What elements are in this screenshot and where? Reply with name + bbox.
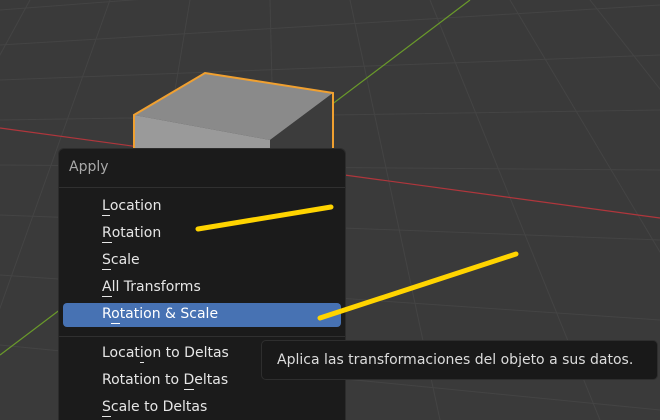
menu-item-rotation[interactable]: Rotation (63, 222, 341, 246)
label-part: ocation (109, 198, 162, 214)
label-part: eltas (194, 372, 229, 388)
mnemonic-char: D (183, 372, 195, 388)
mnemonic-char: R (102, 225, 112, 241)
label-part: R (102, 306, 112, 322)
menu-separator (59, 336, 345, 337)
menu-item-location[interactable]: Location (63, 195, 341, 219)
menu-separator (59, 187, 345, 188)
menu-item-scale-to-deltas[interactable]: Scale to Deltas (63, 396, 341, 420)
menu-title: Apply (69, 159, 109, 175)
mnemonic-char: A (102, 279, 112, 295)
label-part: on to Deltas (143, 345, 229, 361)
label-part: cale to Deltas (110, 399, 208, 415)
menu-item-rotation-and-scale[interactable]: Rotation & Scale (63, 303, 341, 327)
label-part: Rotation to (102, 372, 184, 388)
mnemonic-char: S (102, 252, 111, 268)
label-part: tation & Scale (119, 306, 219, 322)
label-part: Locat (102, 345, 140, 361)
label-part: ll Transforms (111, 279, 201, 295)
mnemonic-char: S (102, 399, 111, 415)
menu-item-scale[interactable]: Scale (63, 249, 341, 273)
label-part: otation (111, 225, 162, 241)
mnemonic-char: i (139, 345, 144, 361)
menu-item-all-transforms[interactable]: All Transforms (63, 276, 341, 300)
tooltip-text: Aplica las transformaciones del objeto a… (277, 352, 634, 368)
mnemonic-char: o (111, 306, 120, 322)
label-part: cale (110, 252, 140, 268)
cube-object[interactable] (133, 71, 334, 160)
tooltip: Aplica las transformaciones del objeto a… (261, 340, 658, 380)
mnemonic-char: L (102, 198, 110, 214)
